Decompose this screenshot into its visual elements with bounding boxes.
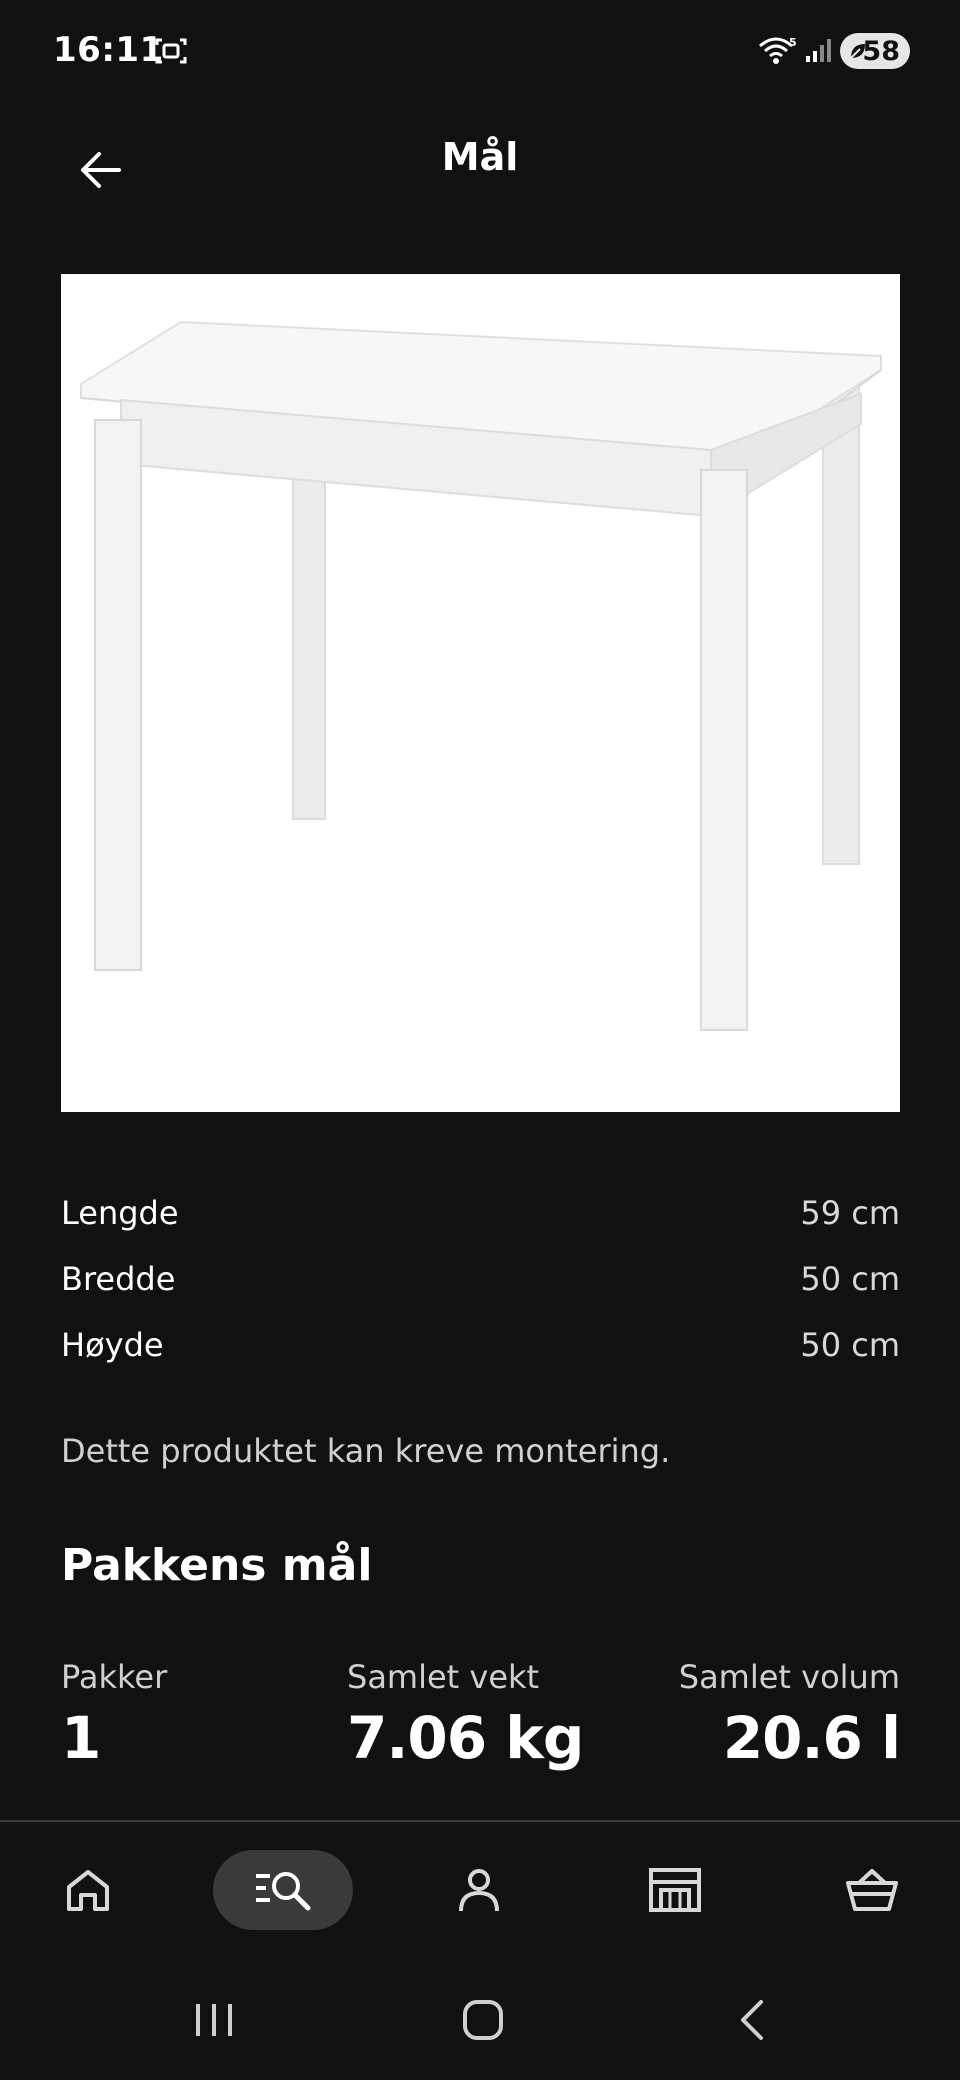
page-title: Mål <box>441 135 519 179</box>
stat-label: Samlet volum <box>678 1658 900 1696</box>
svg-text:5: 5 <box>789 36 797 49</box>
nav-basket[interactable] <box>802 1850 942 1930</box>
wifi-icon: 5 <box>759 36 797 64</box>
product-image <box>61 274 900 1112</box>
stat-value: 1 <box>61 1704 101 1772</box>
recent-apps-button[interactable] <box>164 1980 264 2060</box>
home-icon <box>67 1870 109 1911</box>
stat-label: Samlet vekt <box>347 1658 540 1696</box>
system-back-button[interactable] <box>702 1980 802 2060</box>
dimension-row-height: Høyde 50 cm <box>61 1312 900 1378</box>
battery-level: 58 <box>862 35 900 67</box>
basket-icon <box>846 1869 898 1911</box>
stat-value: 20.6 l <box>722 1704 901 1772</box>
system-home-button[interactable] <box>433 1980 533 2060</box>
stat-packages: Pakker 1 <box>61 1658 167 1772</box>
recent-apps-icon <box>196 2004 232 2036</box>
assembly-note: Dette produktet kan kreve montering. <box>61 1432 671 1470</box>
top-bar: Mål <box>0 110 960 220</box>
dimension-label: Bredde <box>61 1260 176 1298</box>
dimension-value: 50 cm <box>800 1326 900 1364</box>
screenshot-icon <box>155 38 187 64</box>
dimension-label: Høyde <box>61 1326 164 1364</box>
dimension-label: Lengde <box>61 1194 179 1232</box>
nav-profile[interactable] <box>409 1850 549 1930</box>
nav-home[interactable] <box>18 1850 158 1930</box>
battery-indicator: 58 <box>840 33 910 69</box>
stat-label: Pakker <box>61 1658 168 1696</box>
back-chevron-icon <box>741 2000 763 2040</box>
store-icon <box>649 1868 701 1912</box>
dimensions-list: Lengde 59 cm Bredde 50 cm Høyde 50 cm <box>61 1180 900 1378</box>
home-button-icon <box>463 2000 503 2040</box>
stat-value: 7.06 kg <box>347 1704 584 1772</box>
dimension-row-length: Lengde 59 cm <box>61 1180 900 1246</box>
package-stats: Pakker 1 Samlet vekt 7.06 kg Samlet volu… <box>61 1658 901 1788</box>
search-icon <box>256 1872 311 1911</box>
status-bar: 16:11 5 58 <box>0 0 960 100</box>
stat-volume: Samlet volum 20.6 l <box>678 1658 901 1772</box>
nav-search[interactable] <box>213 1850 353 1930</box>
white-table-illustration <box>80 320 882 1031</box>
battery-leaf-icon <box>850 44 865 59</box>
profile-icon <box>459 1869 499 1912</box>
package-section-title: Pakkens mål <box>61 1540 373 1591</box>
status-time: 16:11 <box>53 30 164 70</box>
dimension-row-width: Bredde 50 cm <box>61 1246 900 1312</box>
signal-icon <box>806 39 831 62</box>
bottom-nav <box>0 1820 960 1962</box>
nav-store[interactable] <box>605 1850 745 1930</box>
dimension-value: 59 cm <box>800 1194 900 1232</box>
stat-weight: Samlet vekt 7.06 kg <box>347 1658 584 1772</box>
dimension-value: 50 cm <box>800 1260 900 1298</box>
system-nav <box>0 1960 960 2080</box>
